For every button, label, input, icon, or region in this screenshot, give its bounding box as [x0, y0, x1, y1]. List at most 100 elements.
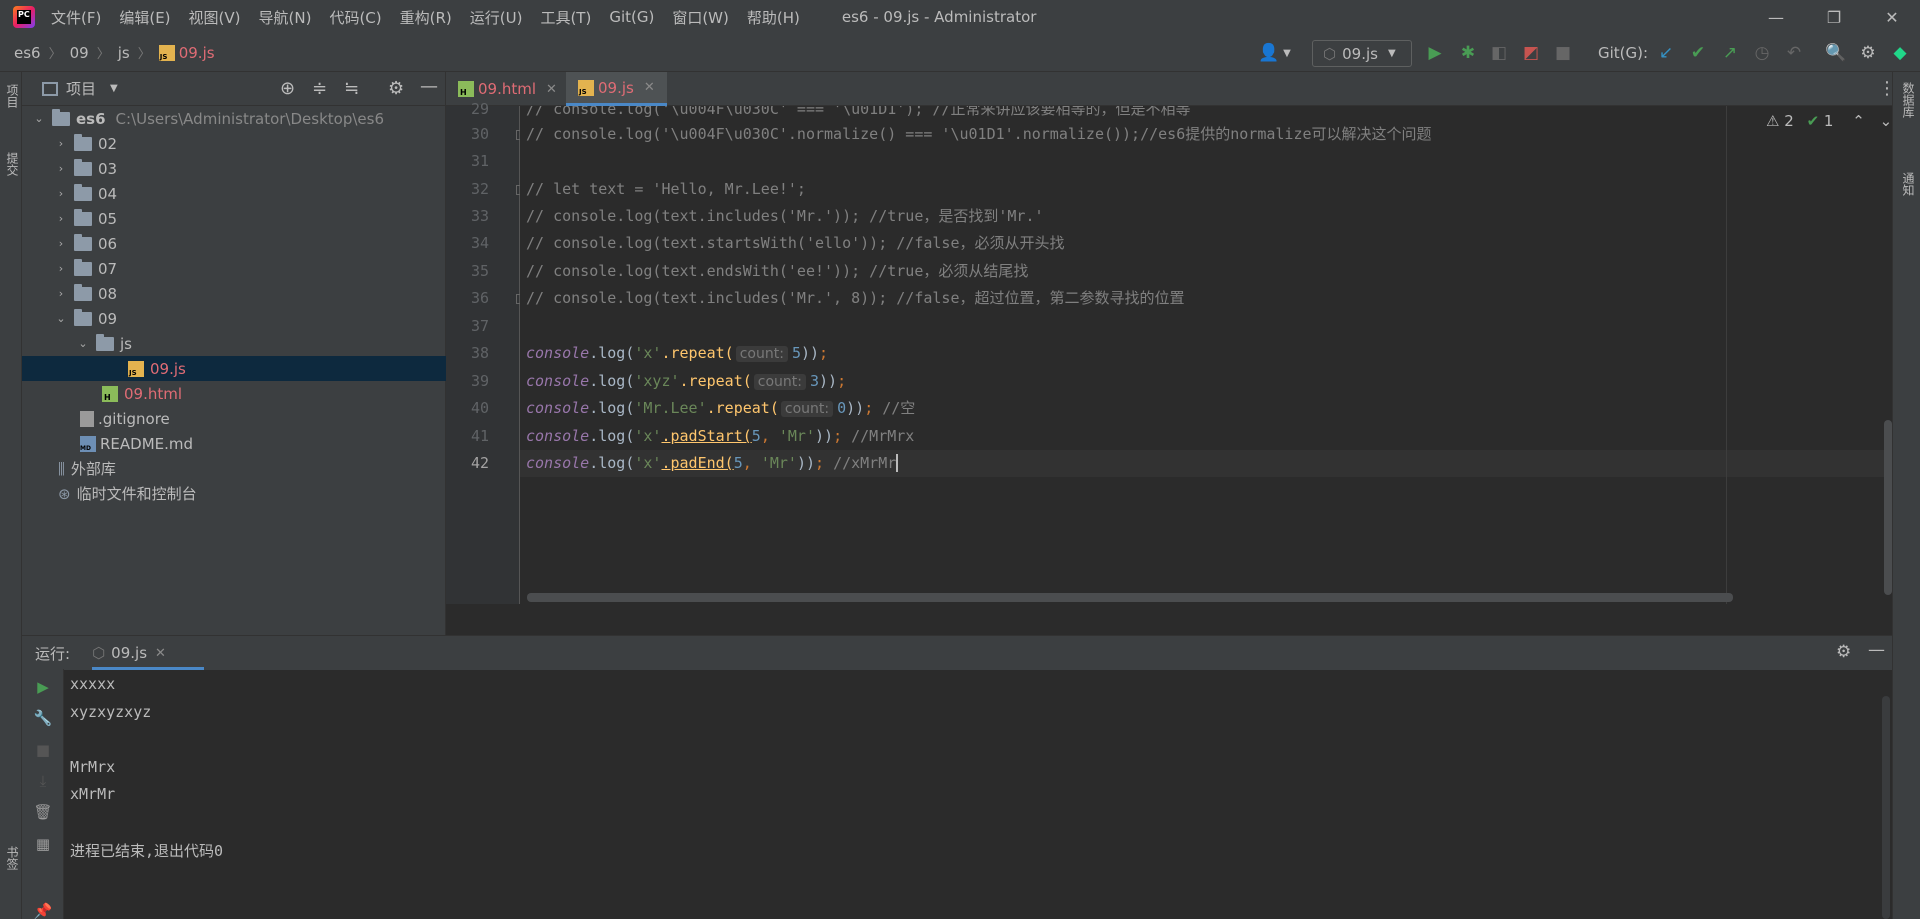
- commit-tool-button[interactable]: 提交: [4, 152, 21, 176]
- debug-icon[interactable]: ✱: [1457, 42, 1479, 64]
- tree-file-gitignore[interactable]: .gitignore: [22, 406, 446, 431]
- breadcrumb-09[interactable]: 09: [70, 44, 89, 62]
- breadcrumb-js[interactable]: js: [118, 44, 130, 62]
- tree-folder-js[interactable]: ⌄ js: [22, 331, 446, 356]
- tree-external-libraries[interactable]: ⫼ 外部库: [22, 456, 446, 481]
- inspection-widget[interactable]: ⚠ 2 ✔ 1 ⌃ ⌄: [1766, 112, 1892, 130]
- chevron-down-icon[interactable]: ▼: [1276, 42, 1298, 64]
- run-toolbar: ▶ 🔧 ■ ⤓ 🗑 ▦ 📌: [22, 669, 64, 919]
- stop-icon[interactable]: ■: [35, 741, 51, 759]
- chevron-right-icon[interactable]: ›: [54, 262, 68, 275]
- run-icon[interactable]: ▶: [1424, 42, 1446, 64]
- chevron-up-icon[interactable]: ⌃: [1852, 112, 1865, 130]
- menu-edit[interactable]: 编辑(E): [119, 7, 170, 28]
- editor-vertical-scrollbar[interactable]: [1884, 420, 1892, 595]
- chevron-down-icon[interactable]: ⌄: [32, 112, 46, 125]
- menu-code[interactable]: 代码(C): [329, 7, 381, 28]
- close-icon[interactable]: ✕: [155, 646, 166, 661]
- code-editor[interactable]: // console.log('\u004F\u030C' === '\u01D…: [520, 106, 1892, 604]
- chevron-down-icon[interactable]: ⌄: [76, 337, 90, 350]
- coverage-icon[interactable]: ◧: [1488, 42, 1510, 64]
- tree-scratches[interactable]: ⊛ 临时文件和控制台: [22, 481, 446, 506]
- pin-icon[interactable]: 📌: [34, 902, 53, 919]
- folder-icon: [52, 108, 70, 126]
- line-number: 32: [470, 180, 489, 198]
- tree-folder-06[interactable]: › 06: [22, 231, 446, 256]
- close-icon[interactable]: ✕: [644, 80, 655, 95]
- chevron-right-icon[interactable]: ›: [54, 137, 68, 150]
- breadcrumb-09-js[interactable]: 09.js: [179, 44, 215, 62]
- hide-panel-icon[interactable]: —: [1868, 640, 1885, 660]
- tree-file-09-js[interactable]: 09.js: [22, 356, 446, 381]
- tree-folder-08[interactable]: › 08: [22, 281, 446, 306]
- menu-tools[interactable]: 工具(T): [540, 7, 591, 28]
- trash-icon[interactable]: 🗑: [33, 803, 52, 821]
- stop-icon[interactable]: ■: [1552, 42, 1574, 64]
- tree-root-es6[interactable]: ⌄ es6 C:\Users\Administrator\Desktop\es6: [22, 106, 446, 131]
- database-tool-button[interactable]: 数据库: [1900, 82, 1917, 118]
- project-panel-header: 项目 ▼ ⊕ ≑ ≒ ⚙ —: [22, 72, 445, 106]
- file-label: .gitignore: [98, 409, 170, 428]
- gear-icon[interactable]: ⚙: [1836, 642, 1851, 662]
- menu-run[interactable]: 运行(U): [470, 7, 523, 28]
- tree-file-readme[interactable]: README.md: [22, 431, 446, 456]
- project-tool-button[interactable]: 项目: [4, 84, 21, 108]
- layout-icon[interactable]: ▦: [35, 835, 51, 853]
- tree-folder-02[interactable]: › 02: [22, 131, 446, 156]
- chevron-down-icon[interactable]: ⌄: [54, 312, 68, 325]
- collapse-all-icon[interactable]: ≒: [344, 78, 359, 99]
- menu-refactor[interactable]: 重构(R): [400, 7, 452, 28]
- tab-09-js[interactable]: 09.js ✕: [566, 72, 667, 106]
- chevron-right-icon[interactable]: ›: [54, 237, 68, 250]
- wrench-icon[interactable]: 🔧: [34, 709, 53, 727]
- bookmarks-tool-button[interactable]: 书签: [4, 846, 21, 870]
- menu-window[interactable]: 窗口(W): [672, 7, 729, 28]
- rerun-icon[interactable]: ▶: [35, 678, 51, 696]
- search-icon[interactable]: 🔍: [1825, 42, 1847, 64]
- locate-icon[interactable]: ⊕: [280, 78, 295, 99]
- menu-git[interactable]: Git(G): [609, 8, 654, 26]
- rollback-icon[interactable]: ↶: [1783, 42, 1805, 64]
- restore-button[interactable]: ❐: [1806, 0, 1862, 34]
- minimize-button[interactable]: —: [1748, 0, 1804, 34]
- console-vertical-scrollbar[interactable]: [1882, 696, 1890, 919]
- chevron-down-icon[interactable]: ▼: [110, 83, 118, 94]
- hide-panel-icon[interactable]: —: [420, 76, 438, 97]
- tree-folder-09[interactable]: ⌄ 09: [22, 306, 446, 331]
- run-config-selector[interactable]: ⬡ 09.js ▼: [1312, 40, 1412, 67]
- plugin-icon[interactable]: ◆: [1889, 42, 1911, 64]
- profile-icon[interactable]: ◩: [1520, 42, 1542, 64]
- run-tab-label[interactable]: 09.js: [111, 644, 147, 662]
- menu-help[interactable]: 帮助(H): [747, 7, 800, 28]
- tree-folder-03[interactable]: › 03: [22, 156, 446, 181]
- gear-icon[interactable]: ⚙: [1857, 42, 1879, 64]
- tree-file-09-html[interactable]: 09.html: [22, 381, 446, 406]
- right-tool-strip: 数据库 通知: [1892, 72, 1920, 919]
- close-window-button[interactable]: ✕: [1864, 0, 1920, 34]
- git-commit-icon[interactable]: ✔: [1687, 42, 1709, 64]
- git-update-icon[interactable]: ↙: [1655, 42, 1677, 64]
- line-number: 38: [470, 344, 489, 362]
- close-icon[interactable]: ✕: [546, 82, 557, 97]
- chevron-right-icon[interactable]: ›: [54, 212, 68, 225]
- tree-folder-04[interactable]: › 04: [22, 181, 446, 206]
- tree-folder-05[interactable]: › 05: [22, 206, 446, 231]
- scroll-to-end-icon[interactable]: ⤓: [35, 772, 51, 790]
- chevron-down-icon[interactable]: ⌄: [1880, 112, 1893, 130]
- breadcrumb-es6[interactable]: es6: [14, 44, 41, 62]
- tree-folder-07[interactable]: › 07: [22, 256, 446, 281]
- notifications-tool-button[interactable]: 通知: [1900, 172, 1917, 196]
- menu-file[interactable]: 文件(F): [51, 7, 101, 28]
- expand-all-icon[interactable]: ≑: [312, 78, 327, 99]
- history-icon[interactable]: ◷: [1751, 42, 1773, 64]
- gear-icon[interactable]: ⚙: [388, 78, 404, 99]
- line-number: 36: [470, 289, 489, 307]
- chevron-right-icon[interactable]: ›: [54, 162, 68, 175]
- horizontal-scrollbar[interactable]: [527, 593, 1733, 602]
- git-push-icon[interactable]: ↗: [1719, 42, 1741, 64]
- menu-navigate[interactable]: 导航(N): [259, 7, 312, 28]
- chevron-right-icon[interactable]: ›: [54, 287, 68, 300]
- menu-view[interactable]: 视图(V): [189, 7, 241, 28]
- project-panel-title[interactable]: 项目: [66, 78, 96, 99]
- chevron-right-icon[interactable]: ›: [54, 187, 68, 200]
